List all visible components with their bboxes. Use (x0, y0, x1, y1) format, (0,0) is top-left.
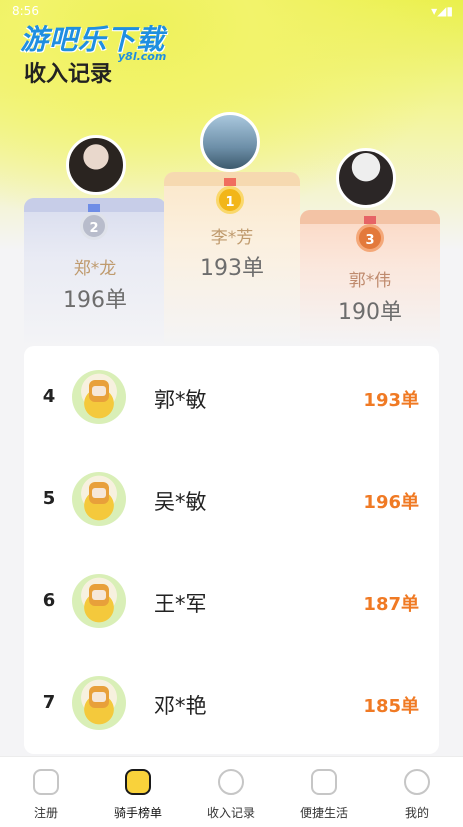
bottom-tab-bar: 注册 骑手榜单 收入记录 便捷生活 我的 (0, 756, 463, 827)
podium-first-name: 李*芳 (210, 228, 254, 248)
avatar-first[interactable] (200, 112, 260, 172)
avatar[interactable] (72, 472, 126, 526)
silver-medal-icon: 2 (80, 212, 108, 240)
podium-second-name: 郑*龙 (73, 259, 117, 279)
order-count: 185单 (363, 696, 419, 717)
list-item[interactable]: 5 吴*敏 196单 (24, 448, 439, 550)
tab-convenient-life[interactable]: 便捷生活 (278, 757, 370, 827)
avatar-third[interactable] (336, 148, 396, 208)
tab-register[interactable]: 注册 (0, 757, 92, 827)
yen-icon (218, 769, 244, 795)
user-icon (404, 769, 430, 795)
order-count: 187单 (363, 594, 419, 615)
tab-label: 便捷生活 (299, 806, 348, 820)
gold-medal-icon: 1 (216, 186, 244, 214)
medal-ribbon-icon (88, 204, 100, 212)
list-item[interactable]: 4 郭*敏 193单 (24, 346, 439, 448)
order-count: 196单 (363, 492, 419, 513)
order-count: 193单 (363, 390, 419, 411)
medal-ribbon-icon (364, 216, 376, 224)
page-title: 收入记录 (24, 62, 113, 87)
rider-name: 吴*敏 (154, 490, 207, 514)
tab-label: 我的 (404, 806, 429, 820)
rank-number: 7 (42, 692, 56, 713)
rider-name: 邓*艳 (154, 694, 207, 718)
home-icon (33, 769, 59, 795)
avatar-second[interactable] (66, 135, 126, 195)
status-icons: ▾◢▮ (431, 4, 453, 18)
rider-name: 王*军 (154, 592, 207, 616)
tab-label: 收入记录 (206, 806, 255, 820)
rank-number: 6 (42, 590, 56, 611)
rider-name: 郭*敏 (154, 388, 207, 412)
watermark-url: y8l.com (118, 50, 167, 63)
tab-label: 骑手榜单 (113, 806, 162, 820)
podium-second-count: 196单 (63, 288, 127, 313)
rank-number: 5 (42, 488, 56, 509)
bronze-medal-icon: 3 (356, 224, 384, 252)
ranking-list: 4 郭*敏 193单 5 吴*敏 196单 6 王*军 187单 7 邓*艳 1… (24, 346, 439, 754)
status-time: 8:56 (12, 4, 39, 18)
avatar[interactable] (72, 370, 126, 424)
list-item[interactable]: 6 王*军 187单 (24, 550, 439, 652)
avatar[interactable] (72, 676, 126, 730)
rank-number: 4 (42, 386, 56, 407)
cup-icon (311, 769, 337, 795)
tab-mine[interactable]: 我的 (371, 757, 463, 827)
medal-ribbon-icon (224, 178, 236, 186)
star-badge-icon (125, 769, 151, 795)
tab-rider-ranking[interactable]: 骑手榜单 (92, 757, 184, 827)
podium-first-count: 193单 (200, 256, 264, 281)
podium-third-name: 郭*伟 (348, 271, 392, 291)
tab-income-records[interactable]: 收入记录 (185, 757, 277, 827)
avatar[interactable] (72, 574, 126, 628)
tab-label: 注册 (33, 806, 58, 820)
podium-third-count: 190单 (338, 300, 402, 325)
list-item[interactable]: 7 邓*艳 185单 (24, 652, 439, 754)
